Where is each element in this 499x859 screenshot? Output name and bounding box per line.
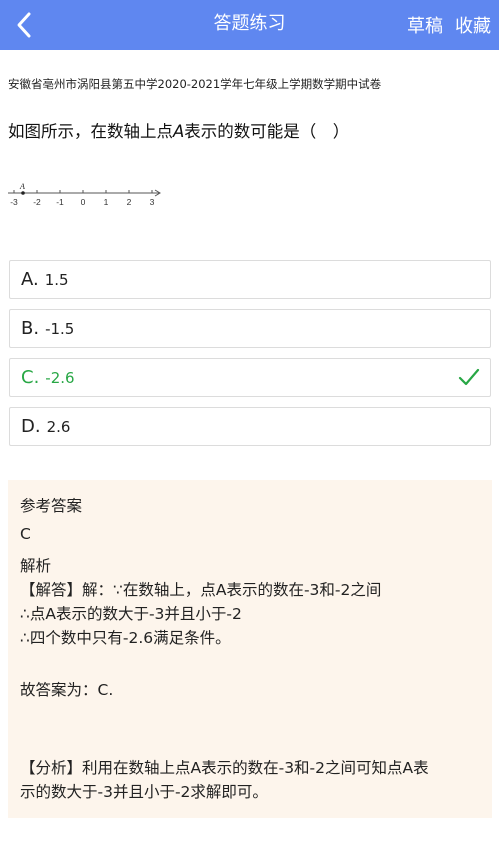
option-b[interactable]: B. -1.5	[9, 309, 491, 348]
draft-button[interactable]: 草稿	[407, 12, 443, 38]
analysis-title: 解析	[20, 557, 52, 575]
tick-label: 2	[127, 197, 132, 207]
question-stem: 如图所示，在数轴上点A表示的数可能是（ ）	[8, 118, 349, 142]
analysis-line: 示的数大于-3并且小于-2求解即可。	[20, 783, 268, 801]
tick-label: 1	[104, 197, 109, 207]
reference-answer-value: C	[20, 525, 31, 543]
option-c[interactable]: C. -2.6	[9, 358, 491, 397]
analysis-line: 【解答】解：∵在数轴上，点A表示的数在-3和-2之间	[20, 581, 382, 599]
analysis-line: 故答案为：C.	[20, 681, 114, 699]
tick-label: -2	[33, 197, 41, 207]
favorite-button[interactable]: 收藏	[455, 12, 491, 38]
point-a-label: A	[19, 182, 25, 191]
stem-variable: A	[173, 122, 185, 141]
tick-label: 3	[150, 197, 155, 207]
option-d[interactable]: D. 2.6	[9, 407, 491, 446]
option-a[interactable]: A. 1.5	[9, 260, 491, 299]
top-bar: 答题练习 草稿 收藏	[0, 0, 499, 50]
stem-text-before: 如图所示，在数轴上点	[8, 122, 173, 141]
option-value: -2.6	[45, 368, 75, 387]
analysis-line: ∴点A表示的数大于-3并且小于-2	[20, 605, 242, 623]
question-source: 安徽省亳州市涡阳县第五中学2020-2021学年七年级上学期数学期中试卷	[8, 77, 382, 91]
number-line-figure: A -3 -2 -1 0 1 2 3	[8, 182, 161, 207]
stem-text-after: 表示的数可能是（ ）	[184, 122, 350, 141]
analysis-line: 【分析】利用在数轴上点A表示的数在-3和-2之间可知点A表	[20, 759, 429, 777]
option-letter: D.	[21, 416, 41, 437]
option-letter: C.	[21, 367, 40, 388]
option-letter: A.	[21, 269, 39, 290]
tick-label: -1	[56, 197, 64, 207]
option-value: -1.5	[45, 319, 75, 338]
option-value: 1.5	[44, 270, 69, 289]
option-letter: B.	[21, 318, 40, 339]
option-value: 2.6	[46, 417, 71, 436]
point-a-dot	[21, 191, 25, 195]
tick-label: -3	[10, 197, 18, 207]
reference-answer-title: 参考答案	[20, 497, 83, 515]
answer-panel: 参考答案 C 解析 【解答】解：∵在数轴上，点A表示的数在-3和-2之间 ∴点A…	[8, 480, 492, 818]
tick-label: 0	[81, 197, 86, 207]
checkmark-icon	[458, 368, 480, 386]
analysis-line: ∴四个数中只有-2.6满足条件。	[20, 629, 231, 647]
